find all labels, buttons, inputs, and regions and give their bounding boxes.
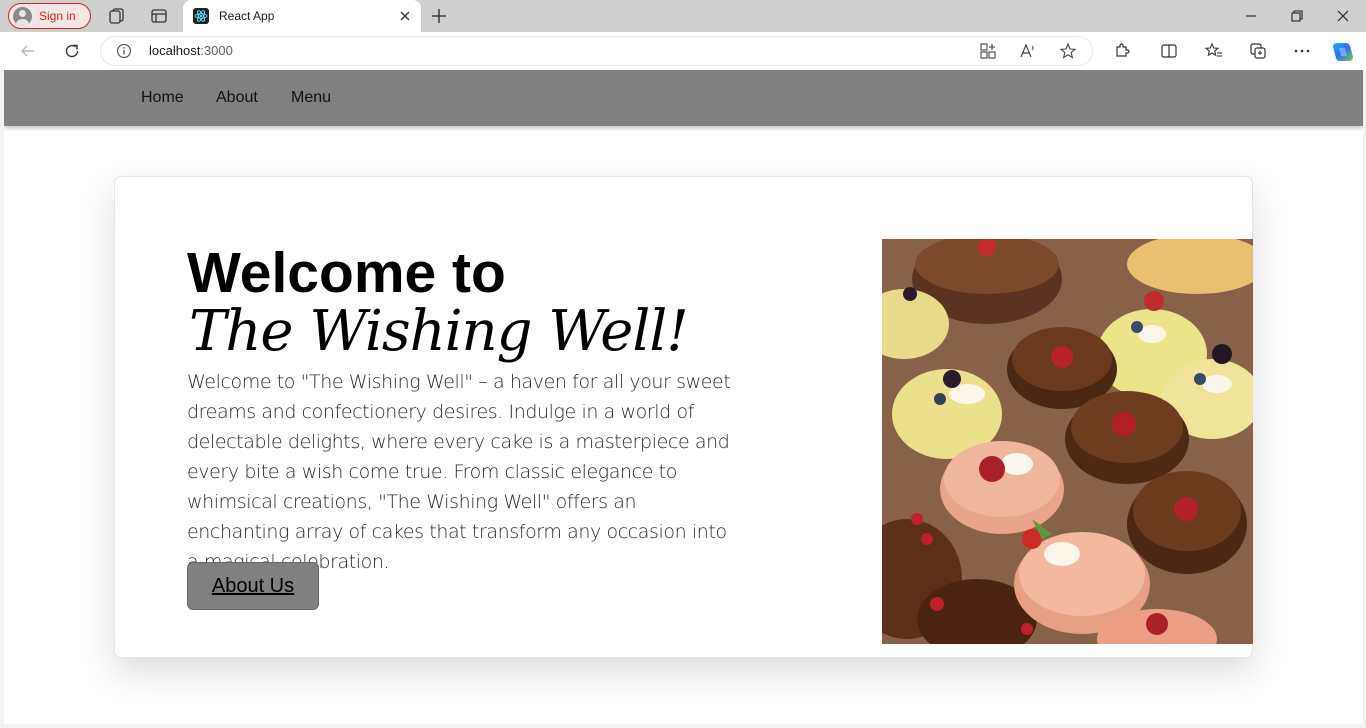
nav-link-menu[interactable]: Menu bbox=[291, 89, 331, 107]
url-host: localhost bbox=[149, 43, 201, 58]
sign-in-label: Sign in bbox=[39, 9, 76, 23]
hero-heading-line2: The Wishing Well! bbox=[189, 299, 689, 364]
favorites-icon[interactable] bbox=[1204, 41, 1224, 61]
nav-link-home[interactable]: Home bbox=[141, 89, 184, 107]
hero-description: Welcome to "The Wishing Well" – a haven … bbox=[187, 371, 731, 573]
tab-actions-icon[interactable] bbox=[150, 7, 168, 25]
minimize-icon[interactable] bbox=[1241, 6, 1261, 26]
url-text: localhost:3000 bbox=[149, 43, 233, 58]
split-screen-icon[interactable] bbox=[1159, 41, 1179, 61]
back-icon[interactable] bbox=[18, 41, 38, 61]
copilot-icon[interactable] bbox=[1331, 40, 1355, 64]
favorite-star-icon[interactable] bbox=[1059, 42, 1077, 60]
new-tab-icon[interactable] bbox=[430, 7, 448, 25]
read-aloud-icon[interactable] bbox=[1019, 42, 1037, 60]
extensions-icon[interactable] bbox=[1112, 41, 1132, 61]
collections-icon[interactable] bbox=[1248, 41, 1268, 61]
react-favicon-icon bbox=[193, 8, 209, 24]
profile-avatar-icon bbox=[13, 6, 32, 26]
nav-link-about[interactable]: About bbox=[216, 89, 258, 107]
page-viewport: Home About Menu Welcome to The Wishing W… bbox=[4, 70, 1363, 724]
hero-card: Welcome to The Wishing Well! Welcome to … bbox=[114, 176, 1253, 658]
cakes-photo bbox=[882, 239, 1253, 644]
close-window-icon[interactable] bbox=[1333, 6, 1353, 26]
restore-icon[interactable] bbox=[1287, 6, 1307, 26]
browser-title-bar: Sign in React App bbox=[0, 0, 1366, 32]
close-tab-icon[interactable] bbox=[397, 8, 413, 24]
site-info-icon[interactable] bbox=[116, 43, 132, 59]
browser-toolbar: localhost:3000 bbox=[0, 32, 1366, 70]
app-available-icon[interactable] bbox=[979, 42, 997, 60]
browser-tab-active[interactable]: React App bbox=[183, 0, 421, 32]
site-navbar: Home About Menu bbox=[4, 70, 1363, 126]
workspaces-icon[interactable] bbox=[108, 7, 126, 25]
more-options-icon[interactable] bbox=[1292, 41, 1312, 61]
url-port: :3000 bbox=[200, 43, 233, 58]
sign-in-button[interactable]: Sign in bbox=[8, 3, 91, 29]
address-bar[interactable]: localhost:3000 bbox=[100, 36, 1093, 66]
refresh-icon[interactable] bbox=[62, 41, 82, 61]
tab-title: React App bbox=[219, 9, 275, 23]
about-us-button[interactable]: About Us bbox=[187, 562, 319, 610]
